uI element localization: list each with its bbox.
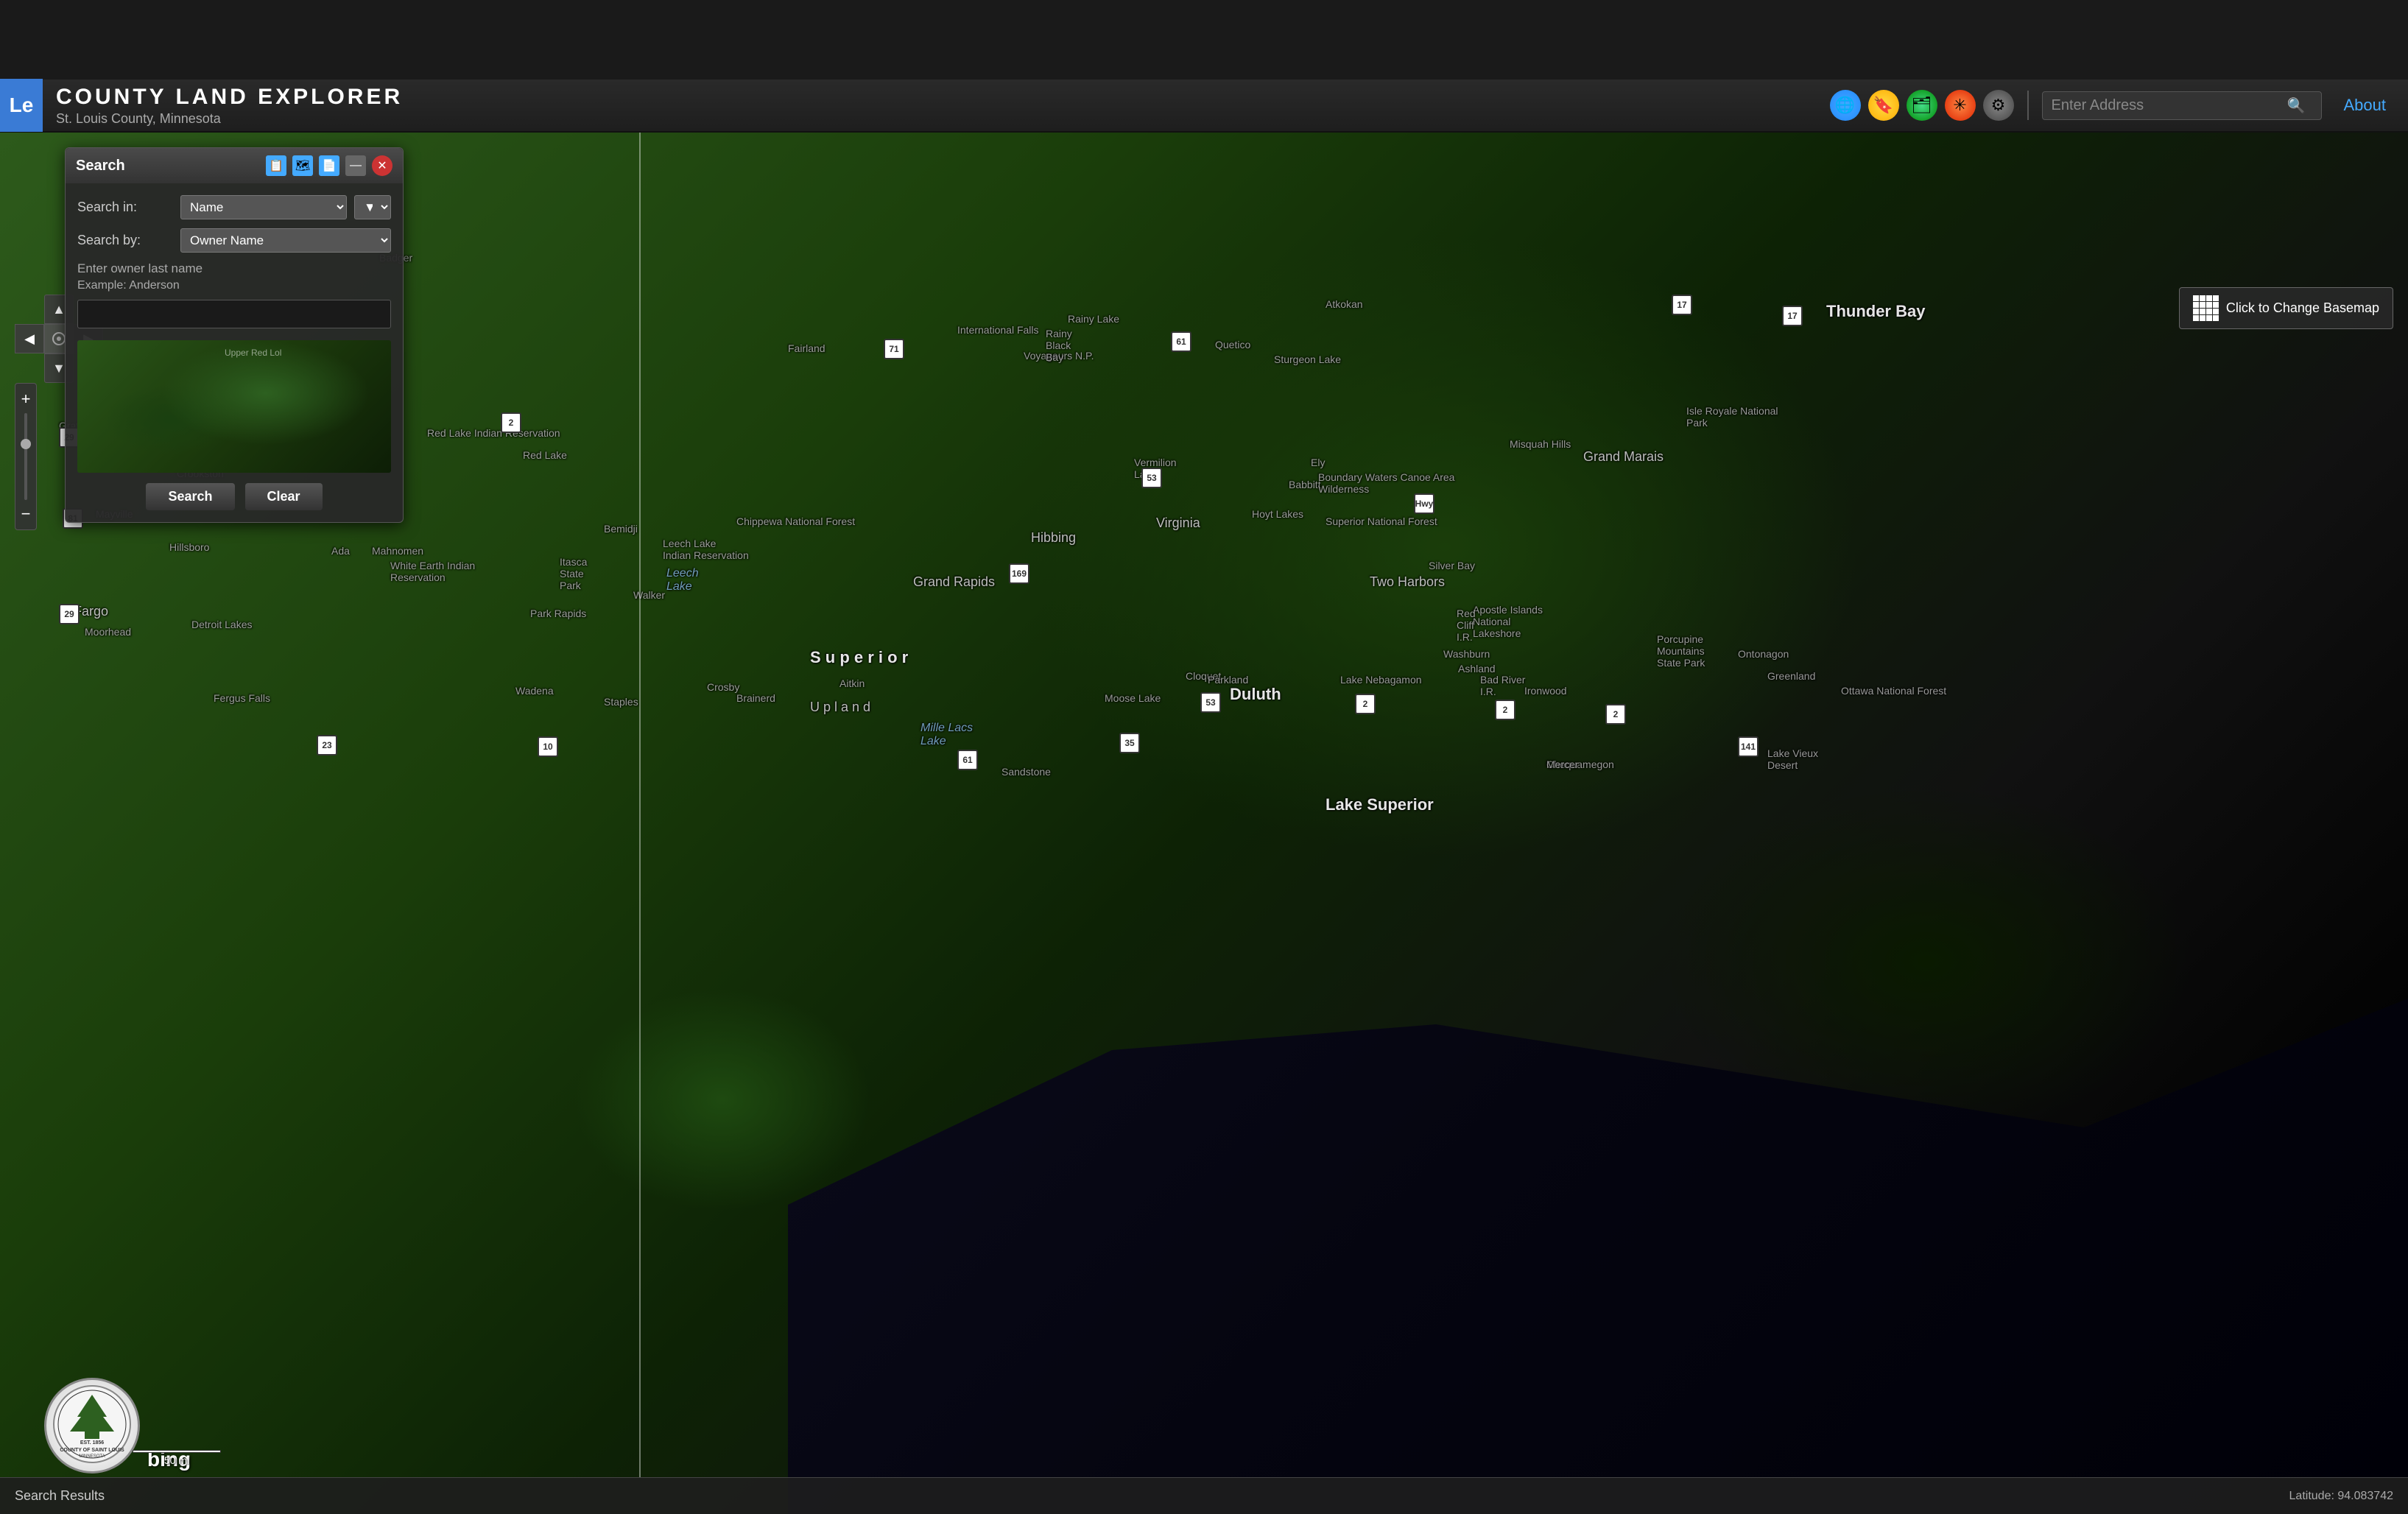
- highway-shield-2: 2: [501, 412, 521, 433]
- search-magnifier-icon[interactable]: 🔍: [2287, 96, 2306, 115]
- highway-shield-sl53: 53: [1200, 692, 1221, 713]
- pan-left-button[interactable]: ◀: [15, 324, 44, 353]
- svg-text:EST. 1856: EST. 1856: [80, 1440, 104, 1446]
- search-dialog-body: Search in: Name Address PIN ▼ Search by:…: [66, 183, 403, 522]
- topbar-divider: [2027, 91, 2029, 120]
- highway-shield-141: 141: [1738, 736, 1759, 757]
- search-dialog: Search 📋 🗺 📄 — ✕ Search in: Name Address…: [65, 147, 404, 523]
- badge-inner: COUNTY OF SAINT LOUIS MINNESOTA EST. 185…: [52, 1384, 133, 1468]
- app-title: COUNTY LAND EXPLORER: [56, 85, 403, 110]
- app-logo: Le: [0, 79, 43, 132]
- highway-shield-71: 71: [884, 339, 904, 359]
- search-by-row: Search by: Owner Name Parcel ID Address: [77, 228, 391, 253]
- globe-icon[interactable]: 🌐: [1830, 90, 1861, 121]
- basemap-grid-icon: [2193, 295, 2219, 321]
- highway-shield-intl-17b: 17: [1782, 306, 1803, 326]
- search-results-label: Search Results: [15, 1488, 105, 1504]
- topbar: Le COUNTY LAND EXPLORER St. Louis County…: [0, 80, 2408, 133]
- bookmark-icon[interactable]: 🔖: [1868, 90, 1899, 121]
- clear-button[interactable]: Clear: [245, 483, 323, 510]
- app-title-block: COUNTY LAND EXPLORER St. Louis County, M…: [56, 85, 403, 127]
- settings-icon[interactable]: ⚙: [1983, 90, 2014, 121]
- svg-text:MINNESOTA: MINNESOTA: [79, 1454, 105, 1459]
- highway-shield-canada-hwy: Hwy: [1414, 493, 1434, 514]
- scale-bar: 50 mi: [133, 1450, 221, 1466]
- search-dialog-title: Search: [76, 158, 125, 175]
- search-in-label: Search in:: [77, 200, 173, 215]
- zoom-in-button[interactable]: +: [21, 390, 31, 409]
- zoom-out-button[interactable]: −: [21, 504, 31, 524]
- county-line: [639, 133, 641, 1477]
- address-search-bar: 🔍: [2042, 91, 2322, 120]
- zoom-slider-thumb[interactable]: [21, 439, 31, 449]
- search-in-extra-select[interactable]: ▼: [354, 195, 391, 219]
- highway-shield-23: 23: [317, 735, 337, 756]
- dialog-close-button[interactable]: ✕: [372, 155, 392, 176]
- bottombar: Search Results Latitude: 94.083742: [0, 1477, 2408, 1514]
- search-in-select[interactable]: Name Address PIN: [180, 195, 347, 219]
- basemap-change-button[interactable]: Click to Change Basemap: [2179, 287, 2393, 329]
- coordinate-display: Latitude: 94.083742: [2289, 1490, 2393, 1503]
- search-in-row: Search in: Name Address PIN ▼: [77, 195, 391, 219]
- zoom-slider-track: [24, 413, 27, 500]
- search-hint: Enter owner last name: [77, 261, 391, 276]
- search-execute-button[interactable]: Search: [146, 483, 234, 510]
- highway-shield-10: 10: [538, 736, 558, 757]
- scale-line: [133, 1450, 221, 1453]
- search-dialog-header: Search 📋 🗺 📄 — ✕: [66, 148, 403, 183]
- dialog-map-preview: Upper Red Lol: [77, 340, 391, 473]
- topbar-tools: 🌐 🔖 🗂 ✳ ⚙ 🔍 About: [1830, 90, 2387, 121]
- search-dialog-icons: 📋 🗺 📄 — ✕: [266, 155, 392, 176]
- dialog-icon-1[interactable]: 📋: [266, 155, 286, 176]
- search-by-label: Search by:: [77, 233, 173, 248]
- highway-shield-53: 53: [1141, 468, 1162, 488]
- search-by-select[interactable]: Owner Name Parcel ID Address: [180, 228, 391, 253]
- highway-shield-2-bot: 2: [1495, 700, 1515, 720]
- basemap-btn-label: Click to Change Basemap: [2226, 300, 2379, 316]
- dialog-minimize-button[interactable]: —: [345, 155, 366, 176]
- highway-shield-2-r: 2: [1355, 694, 1376, 714]
- search-text-input[interactable]: [77, 300, 391, 328]
- highway-shield-61: 61: [957, 750, 978, 770]
- svg-text:COUNTY OF SAINT LOUIS: COUNTY OF SAINT LOUIS: [60, 1448, 124, 1453]
- dialog-icon-3[interactable]: 📄: [319, 155, 339, 176]
- app-subtitle: St. Louis County, Minnesota: [56, 111, 403, 127]
- search-example: Example: Anderson: [77, 279, 391, 292]
- county-badge: COUNTY OF SAINT LOUIS MINNESOTA EST. 185…: [44, 1378, 140, 1473]
- zoom-bar: + −: [15, 383, 37, 530]
- highway-shield-intl-17: 17: [1672, 295, 1692, 315]
- scale-text: 50 mi: [164, 1454, 189, 1466]
- highway-shield-61-top: 61: [1171, 331, 1191, 352]
- highway-shield-169: 169: [1009, 563, 1029, 584]
- search-button-row: Search Clear: [77, 483, 391, 510]
- about-button[interactable]: About: [2344, 96, 2387, 115]
- layers-icon[interactable]: 🗂: [1907, 90, 1937, 121]
- highway-shield-35: 35: [1119, 733, 1140, 753]
- highway-shield-2-mid: 2: [1605, 704, 1626, 725]
- dialog-icon-2[interactable]: 🗺: [292, 155, 313, 176]
- pinwheel-icon[interactable]: ✳: [1945, 90, 1976, 121]
- highway-shield-29-bot: 29: [59, 604, 80, 624]
- address-search-input[interactable]: [2052, 97, 2287, 114]
